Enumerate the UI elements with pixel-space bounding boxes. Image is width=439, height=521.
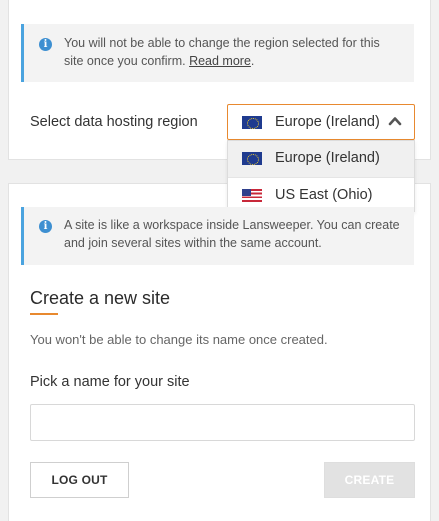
region-dropdown: Europe (Ireland) US East (Ohio) <box>227 140 415 212</box>
region-select[interactable]: Europe (Ireland) <box>227 104 415 140</box>
create-button[interactable]: CREATE <box>324 462 415 498</box>
us-flag-icon <box>242 189 262 202</box>
eu-flag-icon <box>242 116 262 129</box>
info-icon: i <box>39 220 52 233</box>
region-option-label: Europe (Ireland) <box>275 150 380 166</box>
region-option-label: US East (Ohio) <box>275 187 373 203</box>
region-select-value: Europe (Ireland) <box>275 114 380 130</box>
info-icon: i <box>39 38 52 51</box>
site-notice: i A site is like a workspace inside Lans… <box>21 207 414 265</box>
site-name-input[interactable] <box>30 404 415 441</box>
region-notice: i You will not be able to change the reg… <box>21 24 414 82</box>
chevron-up-icon[interactable] <box>388 115 402 127</box>
site-name-label: Pick a name for your site <box>30 374 190 390</box>
logout-button[interactable]: LOG OUT <box>30 462 129 498</box>
site-notice-text: A site is like a workspace inside Lanswe… <box>64 218 400 250</box>
heading-underline <box>30 313 58 315</box>
eu-flag-icon <box>242 152 262 165</box>
region-option-europe-ireland[interactable]: Europe (Ireland) <box>228 141 414 177</box>
region-label: Select data hosting region <box>30 114 198 130</box>
page-title: Create a new site <box>30 288 171 308</box>
create-site-subtext: You won't be able to change its name onc… <box>30 332 328 347</box>
read-more-link[interactable]: Read more <box>189 54 251 68</box>
